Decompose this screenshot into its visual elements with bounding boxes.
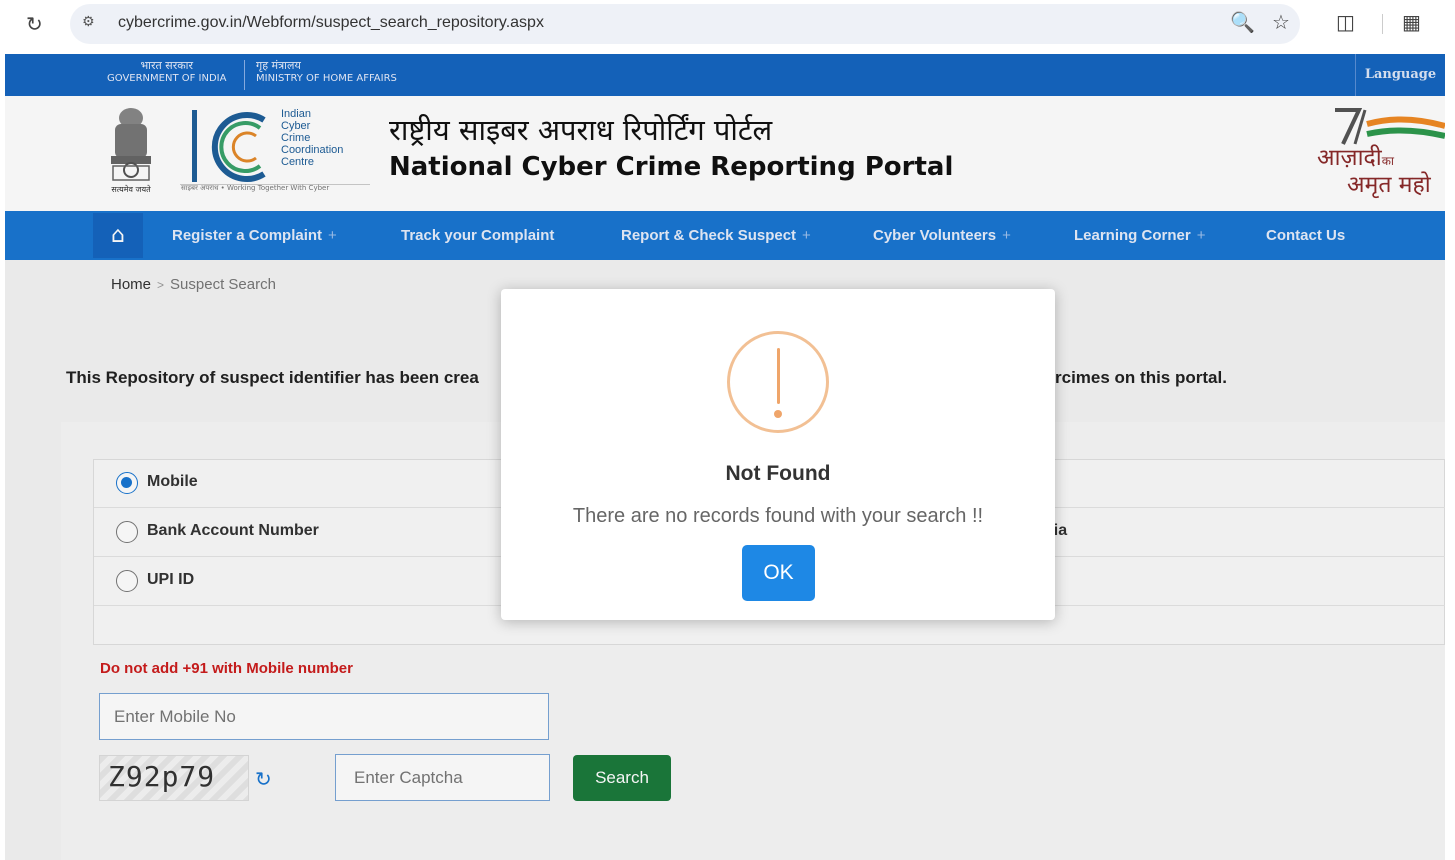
ok-button[interactable]: OK — [742, 545, 815, 601]
url-text[interactable]: cybercrime.gov.in/Webform/suspect_search… — [118, 14, 544, 32]
not-found-dialog: Not Found There are no records found wit… — [501, 289, 1055, 620]
warning-icon — [727, 331, 829, 433]
address-bar[interactable]: ⚙ cybercrime.gov.in/Webform/suspect_sear… — [70, 4, 1300, 44]
reload-icon[interactable]: ↻ — [26, 12, 43, 36]
site-info-icon[interactable]: ⚙ — [82, 14, 95, 30]
toolbar-divider — [1382, 14, 1383, 34]
extensions-icon[interactable]: ◫ — [1336, 10, 1355, 34]
dialog-message: There are no records found with your sea… — [572, 505, 984, 527]
zoom-icon[interactable]: 🔍 — [1230, 10, 1255, 34]
browser-toolbar: ↻ ⚙ cybercrime.gov.in/Webform/suspect_se… — [0, 0, 1455, 50]
dialog-title: Not Found — [725, 462, 831, 485]
star-icon[interactable]: ☆ — [1272, 10, 1290, 34]
side-panel-icon[interactable]: ▦ — [1402, 10, 1421, 34]
